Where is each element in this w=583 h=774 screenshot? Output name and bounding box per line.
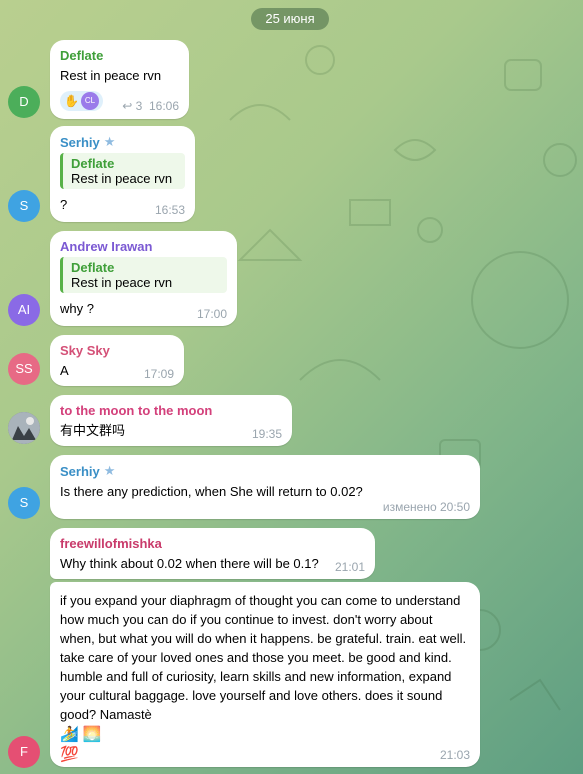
avatar[interactable]: F bbox=[8, 736, 40, 768]
message-meta: ↩ 3 16:06 bbox=[122, 99, 179, 113]
avatar[interactable]: SS bbox=[8, 353, 40, 385]
avatar[interactable]: AI bbox=[8, 294, 40, 326]
reply-quote[interactable]: Deflate Rest in peace rvn bbox=[60, 153, 185, 189]
reply-icon[interactable]: ↩ bbox=[122, 99, 132, 113]
author-name[interactable]: to the moon to the moon bbox=[60, 403, 212, 418]
message-time: 16:06 bbox=[148, 99, 179, 113]
star-icon: ★ bbox=[103, 463, 116, 478]
edited-label: изменено bbox=[382, 500, 437, 514]
avatar[interactable]: S bbox=[8, 190, 40, 222]
message-time: 21:01 bbox=[334, 560, 365, 574]
author-name[interactable]: Deflate bbox=[60, 48, 103, 63]
author-name[interactable]: Sky Sky bbox=[60, 343, 110, 358]
star-icon: ★ bbox=[103, 134, 116, 149]
message-time: 16:53 bbox=[154, 203, 185, 217]
author-name[interactable]: Serhiy bbox=[60, 464, 100, 479]
message-time: 19:35 bbox=[251, 427, 282, 441]
avatar[interactable]: D bbox=[8, 86, 40, 118]
reply-quote[interactable]: Deflate Rest in peace rvn bbox=[60, 257, 227, 293]
emoji-line: 💯 bbox=[60, 746, 79, 763]
message-time: 17:00 bbox=[196, 307, 227, 321]
reaction-pill[interactable]: ✋ CL bbox=[60, 91, 103, 111]
quote-author: Deflate bbox=[71, 260, 115, 275]
message-text: Why think about 0.02 when there will be … bbox=[60, 556, 319, 571]
author-name[interactable]: freewillofmishka bbox=[60, 536, 162, 551]
message-time: 17:09 bbox=[143, 367, 174, 381]
message-time: 21:03 bbox=[439, 748, 470, 762]
message-text: if you expand your diaphragm of thought … bbox=[60, 593, 467, 722]
message-bubble[interactable]: to the moon to the moon 有中文群吗 19:35 bbox=[50, 395, 292, 446]
avatar[interactable]: S bbox=[8, 487, 40, 519]
quote-text: Rest in peace rvn bbox=[71, 275, 173, 290]
author-name[interactable]: Serhiy bbox=[60, 135, 100, 150]
message-bubble[interactable]: Deflate Rest in peace rvn ✋ CL ↩ 3 16:06 bbox=[50, 40, 189, 119]
message-text: Is there any prediction, when She will r… bbox=[60, 484, 363, 499]
quote-text: Rest in peace rvn bbox=[71, 171, 173, 186]
message-bubble[interactable]: if you expand your diaphragm of thought … bbox=[50, 582, 480, 767]
emoji-line: 🏄 🌅 bbox=[60, 726, 102, 743]
message-text: 有中文群吗 bbox=[60, 423, 126, 438]
message-bubble[interactable]: freewillofmishka Why think about 0.02 wh… bbox=[50, 528, 375, 579]
message-bubble[interactable]: Sky Sky A 17:09 bbox=[50, 335, 184, 386]
avatar-photo[interactable] bbox=[8, 412, 40, 444]
message-time: 20:50 bbox=[439, 500, 470, 514]
hand-pointing-icon: ✋ bbox=[64, 94, 79, 108]
reaction-user-avatar: CL bbox=[80, 92, 99, 110]
message-bubble[interactable]: Serhiy ★ Deflate Rest in peace rvn ? 16:… bbox=[50, 126, 195, 222]
message-bubble[interactable]: Serhiy ★ Is there any prediction, when S… bbox=[50, 455, 480, 519]
message-bubble[interactable]: Andrew Irawan Deflate Rest in peace rvn … bbox=[50, 231, 237, 326]
avatar-image bbox=[8, 412, 40, 444]
message-meta: изменено 20:50 bbox=[383, 500, 470, 514]
reply-count: 3 bbox=[135, 99, 143, 113]
author-name[interactable]: Andrew Irawan bbox=[60, 239, 152, 254]
message-text: Rest in peace rvn bbox=[60, 68, 162, 83]
date-separator: 25 июня bbox=[251, 8, 329, 30]
quote-author: Deflate bbox=[71, 156, 115, 171]
